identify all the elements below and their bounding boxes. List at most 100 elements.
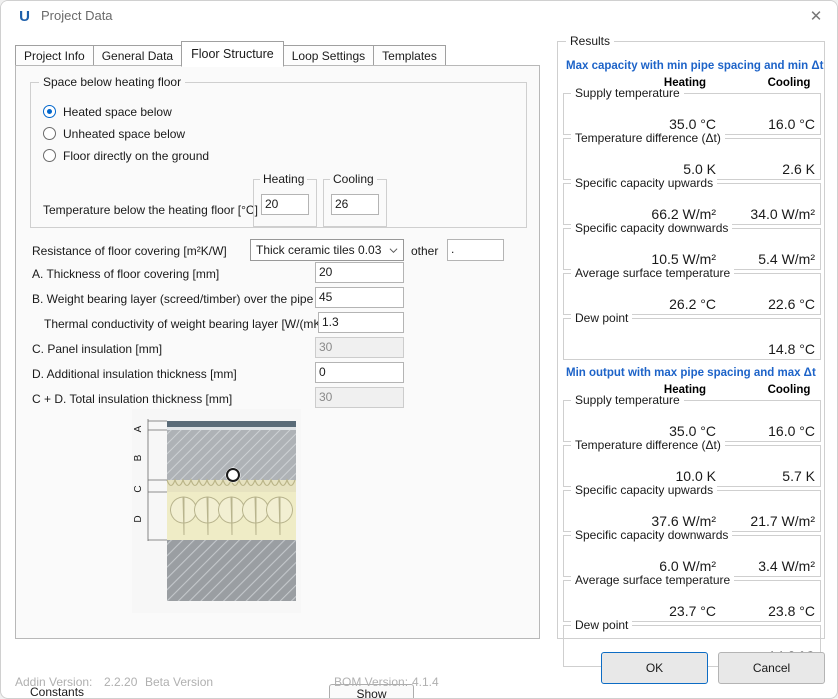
result-row-label: Temperature difference (Δt) (571, 131, 725, 145)
result-row: Temperature difference (Δt) 10.0 K 5.7 K (563, 438, 821, 487)
resistance-select[interactable]: Thick ceramic tiles 0.03 (250, 239, 404, 261)
cooling-temp-group: Cooling 26 (323, 172, 387, 227)
floor-structure-diagram: A B C D (132, 409, 301, 613)
results-legend: Results (566, 34, 615, 48)
result-value-cooling: 3.4 W/m² (758, 558, 815, 574)
diagram-label-d: D (133, 515, 144, 522)
results-col-cooling: Cooling (767, 384, 811, 396)
ok-button[interactable]: OK (601, 652, 708, 684)
result-row: Specific capacity upwards 66.2 W/m² 34.0 W… (563, 176, 821, 225)
other-input[interactable]: . (447, 239, 504, 261)
result-value-cooling: 5.7 K (782, 468, 815, 484)
result-value-heating: 10.5 W/m² (651, 251, 716, 267)
result-row: Specific capacity upwards 37.6 W/m² 21.7 W… (563, 483, 821, 532)
result-row-label: Specific capacity downwards (571, 221, 733, 235)
result-row-label: Temperature difference (Δt) (571, 438, 725, 452)
result-value-heating: 26.2 °C (669, 296, 716, 312)
heating-temp-group: Heating 20 (253, 172, 317, 227)
thermal-conductivity-label: Thermal conductivity of weight bearing l… (44, 317, 329, 331)
result-value-heating: 66.2 W/m² (651, 206, 716, 222)
diagram-label-b: B (133, 454, 144, 461)
radio-label: Unheated space below (63, 127, 186, 141)
cooling-legend: Cooling (330, 172, 377, 186)
total-insulation-input: 30 (315, 387, 404, 408)
bom-version-value: 4.1.4 (412, 675, 439, 689)
result-row-label: Average surface temperature (571, 266, 735, 280)
diagram-label-a: A (133, 425, 144, 432)
result-row-label: Supply temperature (571, 86, 684, 100)
result-value-cooling: 2.6 K (782, 161, 815, 177)
result-row-label: Supply temperature (571, 393, 684, 407)
result-value-cooling: 16.0 °C (768, 116, 815, 132)
title-bar: U Project Data ✕ (1, 1, 837, 32)
tab-general-data[interactable]: General Data (92, 45, 183, 67)
result-row: Temperature difference (Δt) 5.0 K 2.6 K (563, 131, 821, 180)
result-value-cooling: 23.8 °C (768, 603, 815, 619)
result-row-label: Specific capacity upwards (571, 483, 718, 497)
chevron-down-icon (389, 248, 398, 254)
thermal-conductivity-input[interactable]: 1.3 (318, 312, 404, 333)
result-value-heating: 23.7 °C (669, 603, 716, 619)
radio-indicator (43, 127, 56, 140)
tab-strip: Project Info General Data Floor Structure L… (15, 41, 446, 67)
result-value-cooling: 14.8 °C (768, 341, 815, 357)
result-row-label: Specific capacity upwards (571, 176, 718, 190)
radio-floor-on-ground[interactable]: Floor directly on the ground (43, 149, 209, 163)
result-row-label: Dew point (571, 618, 633, 632)
weight-bearing-layer-input[interactable]: 45 (315, 287, 404, 308)
result-row: Supply temperature 35.0 °C 16.0 °C (563, 393, 821, 442)
radio-label: Heated space below (63, 105, 172, 119)
radio-unheated-space-below[interactable]: Unheated space below (43, 127, 185, 141)
result-value-heating: 10.0 K (675, 468, 716, 484)
result-row: Supply temperature 35.0 °C 16.0 °C (563, 86, 821, 135)
radio-heated-space-below[interactable]: Heated space below (43, 105, 172, 119)
close-icon[interactable]: ✕ (793, 1, 837, 32)
result-row-label: Dew point (571, 311, 633, 325)
panel-insulation-label: C. Panel insulation [mm] (32, 342, 163, 356)
panel-insulation-input: 30 (315, 337, 404, 358)
heating-legend: Heating (260, 172, 308, 186)
result-row-label: Specific capacity downwards (571, 528, 733, 542)
tab-project-info[interactable]: Project Info (15, 45, 94, 67)
resistance-label: Resistance of floor covering [m²K/W] (32, 244, 227, 258)
thickness-floor-covering-input[interactable]: 20 (315, 262, 404, 283)
result-row: Average surface temperature 23.7 °C 23.8 °… (563, 573, 821, 622)
result-row: Specific capacity downwards 6.0 W/m² 3.4 W… (563, 528, 821, 577)
tab-templates[interactable]: Templates (373, 45, 446, 67)
result-value-heating: 35.0 °C (669, 423, 716, 439)
radio-label: Floor directly on the ground (63, 149, 210, 163)
bom-version-label: BOM Version: (334, 675, 409, 689)
tab-floor-structure[interactable]: Floor Structure (181, 41, 284, 67)
cooling-temp-input[interactable]: 26 (331, 194, 379, 215)
thickness-floor-covering-label: A. Thickness of floor covering [mm] (32, 267, 220, 281)
result-value-cooling: 5.4 W/m² (758, 251, 815, 267)
project-data-dialog: U Project Data ✕ Project Info General Dat… (0, 0, 838, 699)
additional-insulation-label: D. Additional insulation thickness [mm] (32, 367, 237, 381)
results-section-title: Max capacity with min pipe spacing and m… (566, 60, 824, 72)
beta-version-label: Beta Version (145, 675, 214, 689)
diagram-label-c: C (133, 485, 144, 492)
window-title: Project Data (41, 8, 113, 23)
heating-temp-input[interactable]: 20 (261, 194, 309, 215)
result-value-heating: 37.6 W/m² (651, 513, 716, 529)
cancel-button[interactable]: Cancel (718, 652, 825, 684)
other-label: other (411, 244, 439, 258)
result-value-cooling: 21.7 W/m² (750, 513, 815, 529)
additional-insulation-input[interactable]: 0 (315, 362, 404, 383)
results-section-title: Min output with max pipe spacing and max… (566, 367, 816, 379)
temperature-below-label: Temperature below the heating floor [°C] (43, 203, 258, 217)
total-insulation-label: C + D. Total insulation thickness [mm] (32, 392, 233, 406)
addin-version-label: Addin Version: (15, 675, 93, 689)
tab-loop-settings[interactable]: Loop Settings (282, 45, 375, 67)
result-value-cooling: 22.6 °C (768, 296, 815, 312)
result-row-label: Average surface temperature (571, 573, 735, 587)
radio-indicator (43, 149, 56, 162)
results-col-cooling: Cooling (767, 77, 811, 89)
resistance-selected-value: Thick ceramic tiles 0.03 (256, 243, 382, 257)
result-row: Specific capacity downwards 10.5 W/m² 5.4 … (563, 221, 821, 270)
result-value-heating: 35.0 °C (669, 116, 716, 132)
result-value-cooling: 16.0 °C (768, 423, 815, 439)
addin-version-value: 2.2.20 (104, 675, 138, 689)
space-below-heating-floor-group: Space below heating floor Heated space b… (30, 75, 527, 228)
result-row: Dew point 14.8 °C (563, 311, 821, 360)
